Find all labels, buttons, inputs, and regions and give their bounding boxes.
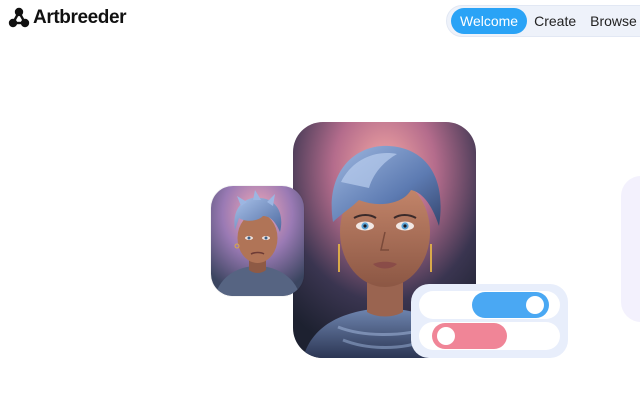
tab-browse[interactable]: Browse: [583, 8, 640, 34]
toggle-track-off: [419, 322, 560, 350]
toggle-track-on: [419, 291, 560, 319]
toggle-switch-off[interactable]: [432, 323, 507, 349]
side-card-decoration: [621, 176, 640, 322]
welcome-page: Artbreeder Welcome Create Browse: [0, 0, 640, 400]
toggle-knob: [526, 296, 544, 314]
artbreeder-logo[interactable]: Artbreeder: [8, 6, 127, 30]
logo-wordmark: Artbreeder: [33, 7, 127, 28]
hero-portrait-small: [211, 186, 304, 296]
toggle-card: [411, 284, 568, 358]
toggle-switch-on[interactable]: [472, 292, 549, 318]
tab-welcome[interactable]: Welcome: [451, 8, 528, 34]
tab-create[interactable]: Create: [527, 8, 583, 34]
toggle-knob: [437, 327, 455, 345]
top-nav: Welcome Create Browse: [446, 5, 640, 37]
artbreeder-nodes-icon: [8, 7, 30, 28]
